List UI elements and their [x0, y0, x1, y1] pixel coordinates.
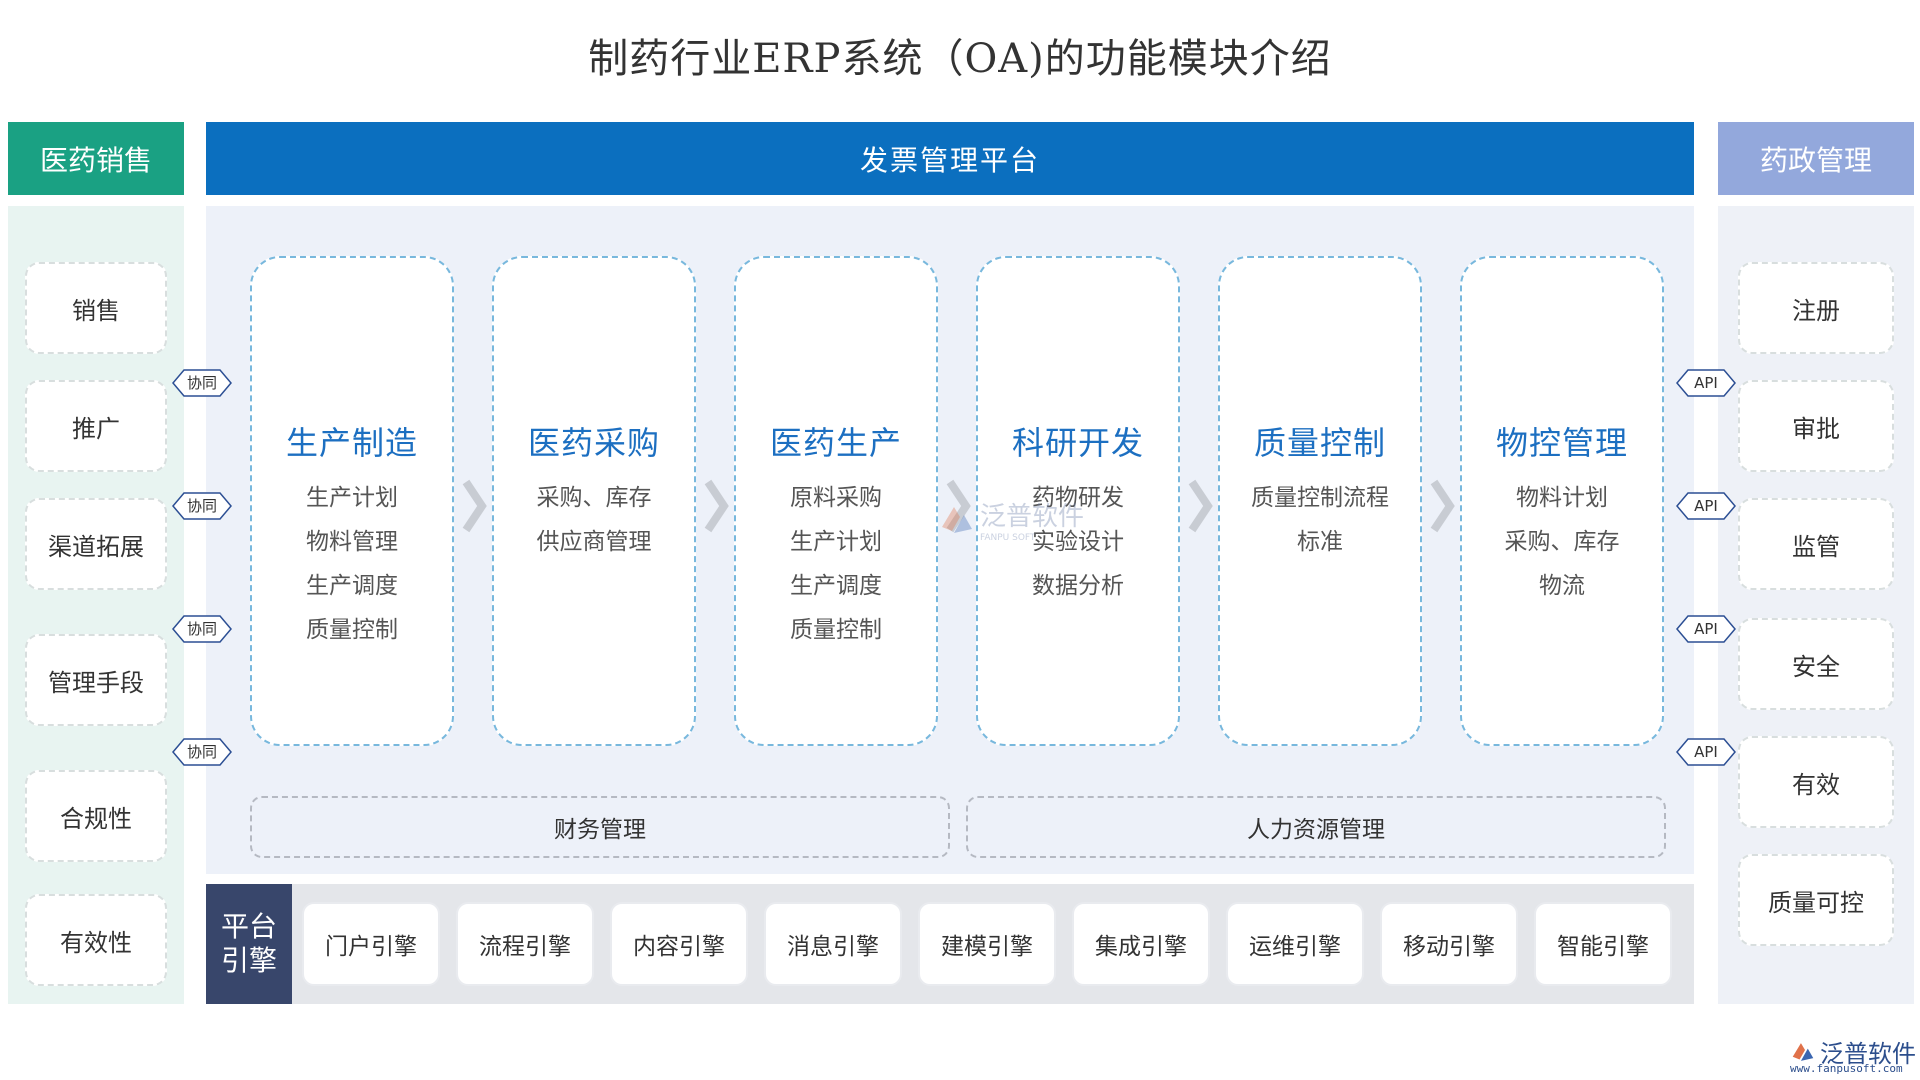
module-pharma-procurement: 医药采购 采购、库存 供应商管理	[492, 256, 696, 746]
module-title: 质量控制	[1253, 424, 1386, 462]
module-title: 医药生产	[769, 424, 902, 462]
engine-ops: 运维引擎	[1226, 902, 1364, 986]
right-item-quality: 质量可控	[1738, 854, 1894, 946]
module-item: 质量控制	[790, 617, 882, 643]
module-item: 供应商管理	[536, 529, 652, 555]
module-production-manufacturing: 生产制造 生产计划 物料管理 生产调度 质量控制	[250, 256, 454, 746]
engine-portal: 门户引擎	[302, 902, 440, 986]
collab-connector: 协同	[172, 368, 232, 398]
module-pharma-production: 医药生产 原料采购 生产计划 生产调度 质量控制	[734, 256, 938, 746]
engine-mobile: 移动引擎	[1380, 902, 1518, 986]
pharma-sales-panel: 销售 推广 渠道拓展 管理手段 合规性 有效性	[8, 206, 184, 1004]
module-title: 医药采购	[527, 424, 660, 462]
left-item-sales: 销售	[25, 262, 167, 354]
engine-label-text: 平台引擎	[220, 910, 277, 977]
module-item: 物料计划	[1516, 485, 1608, 511]
engine-message: 消息引擎	[764, 902, 902, 986]
connector-label: 协同	[186, 497, 217, 515]
drug-regulation-panel: 注册 审批 监管 安全 有效 质量可控	[1718, 206, 1914, 1004]
module-title: 科研开发	[1011, 424, 1144, 462]
module-item: 物流	[1539, 573, 1585, 599]
watermark-subtext: FANPU SOFT	[980, 533, 1036, 543]
watermark-text: 泛普软件	[980, 502, 1085, 532]
engine-integration: 集成引擎	[1072, 902, 1210, 986]
module-item: 物料管理	[306, 529, 398, 555]
engine-workflow: 流程引擎	[456, 902, 594, 986]
fanpu-logo-icon	[942, 506, 972, 533]
watermark-logo: 泛普软件 FANPU SOFT	[938, 496, 1084, 543]
module-material-control: 物控管理 物料计划 采购、库存 物流	[1460, 256, 1664, 746]
module-item: 采购、库存	[1504, 529, 1620, 555]
collab-connector: 协同	[172, 737, 232, 767]
connector-label: API	[1694, 497, 1718, 515]
platform-engine-bar: 平台引擎 门户引擎 流程引擎 内容引擎 消息引擎 建模引擎 集成引擎 运维引擎 …	[206, 884, 1694, 1004]
connector-label: 协同	[186, 743, 217, 761]
left-item-channel: 渠道拓展	[25, 498, 167, 590]
left-item-management: 管理手段	[25, 634, 167, 726]
connector-label: API	[1694, 374, 1718, 392]
api-connector: API	[1676, 368, 1736, 398]
logo-url: www.fanpusoft.com	[1790, 1062, 1903, 1075]
platform-engine-label: 平台引擎	[206, 884, 292, 1004]
right-item-effective: 有效	[1738, 736, 1894, 828]
engine-modeling: 建模引擎	[918, 902, 1056, 986]
left-item-effectiveness: 有效性	[25, 894, 167, 986]
module-quality-control: 质量控制 质量控制流程 标准	[1218, 256, 1422, 746]
collab-connector: 协同	[172, 491, 232, 521]
right-item-approval: 审批	[1738, 380, 1894, 472]
finance-management-box: 财务管理	[250, 796, 950, 858]
chevron-right-icon	[1430, 479, 1455, 533]
fanpu-logo-icon	[1792, 1042, 1814, 1061]
connector-label: 协同	[186, 374, 217, 392]
pharma-sales-header: 医药销售	[8, 122, 184, 195]
chevron-right-icon	[704, 479, 729, 533]
module-item: 采购、库存	[536, 485, 652, 511]
chevron-right-icon	[1188, 479, 1213, 533]
api-connector: API	[1676, 737, 1736, 767]
api-connector: API	[1676, 614, 1736, 644]
right-item-supervision: 监管	[1738, 498, 1894, 590]
engine-content: 内容引擎	[610, 902, 748, 986]
right-item-register: 注册	[1738, 262, 1894, 354]
right-item-safety: 安全	[1738, 618, 1894, 710]
hr-management-box: 人力资源管理	[966, 796, 1666, 858]
module-item: 生产调度	[306, 573, 398, 599]
module-item: 数据分析	[1032, 573, 1124, 599]
api-connector: API	[1676, 491, 1736, 521]
chevron-right-icon	[462, 479, 487, 533]
module-title: 生产制造	[285, 424, 418, 462]
collab-connector: 协同	[172, 614, 232, 644]
page-title: 制药行业ERP系统（OA)的功能模块介绍	[588, 36, 1332, 82]
connector-label: 协同	[186, 620, 217, 638]
module-title: 物控管理	[1495, 424, 1628, 462]
connector-label: API	[1694, 620, 1718, 638]
left-item-promotion: 推广	[25, 380, 167, 472]
module-item: 生产调度	[790, 573, 882, 599]
left-item-compliance: 合规性	[25, 770, 167, 862]
drug-regulation-header: 药政管理	[1718, 122, 1914, 195]
engine-intelligent: 智能引擎	[1534, 902, 1672, 986]
module-item: 原料采购	[790, 485, 882, 511]
module-item: 质量控制流程	[1251, 485, 1389, 511]
invoice-platform-bar: 发票管理平台	[206, 122, 1694, 195]
connector-label: API	[1694, 743, 1718, 761]
module-item: 生产计划	[306, 485, 398, 511]
module-item: 生产计划	[790, 529, 882, 555]
module-item: 标准	[1297, 529, 1343, 555]
module-item: 质量控制	[306, 617, 398, 643]
